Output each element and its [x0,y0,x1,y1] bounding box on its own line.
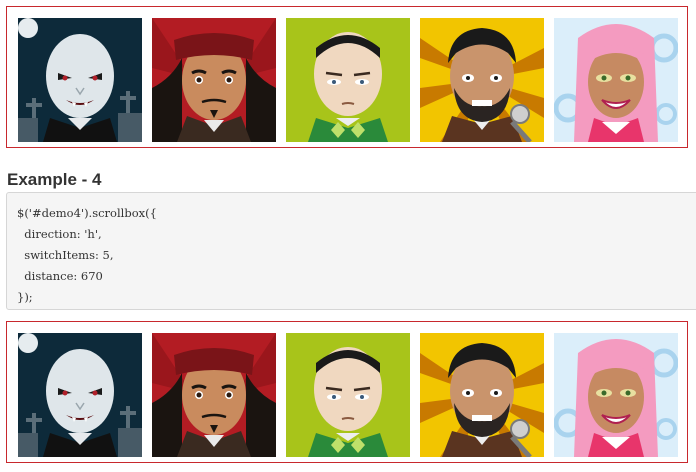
code-line: direction: 'h', [17,227,102,241]
pirate-avatar-icon [152,18,276,142]
pink-hair-woman-avatar-icon [554,18,678,142]
bearded-singer-avatar-icon [420,333,544,457]
section-heading: Example - 4 [7,170,102,189]
bearded-singer-avatar-icon [420,18,544,142]
pink-hair-woman-avatar-icon [554,333,678,457]
scrollbox-demo-page: Example - 4 $('#demo4').scrollbox({ dire… [0,0,696,472]
code-line: switchItems: 5, [17,248,114,262]
bald-man-avatar-icon [286,333,410,457]
bald-man-avatar-icon [286,18,410,142]
scrollbox-demo-bottom[interactable] [6,321,688,463]
scrollbox-demo-top[interactable] [6,6,688,148]
code-line: distance: 670 [17,269,103,283]
code-block: $('#demo4').scrollbox({ direction: 'h', … [6,192,696,310]
code-line: }); [17,290,33,304]
vampire-avatar-icon [18,18,142,142]
vampire-avatar-icon [18,333,142,457]
pirate-avatar-icon [152,333,276,457]
code-line: $('#demo4').scrollbox({ [17,206,157,220]
